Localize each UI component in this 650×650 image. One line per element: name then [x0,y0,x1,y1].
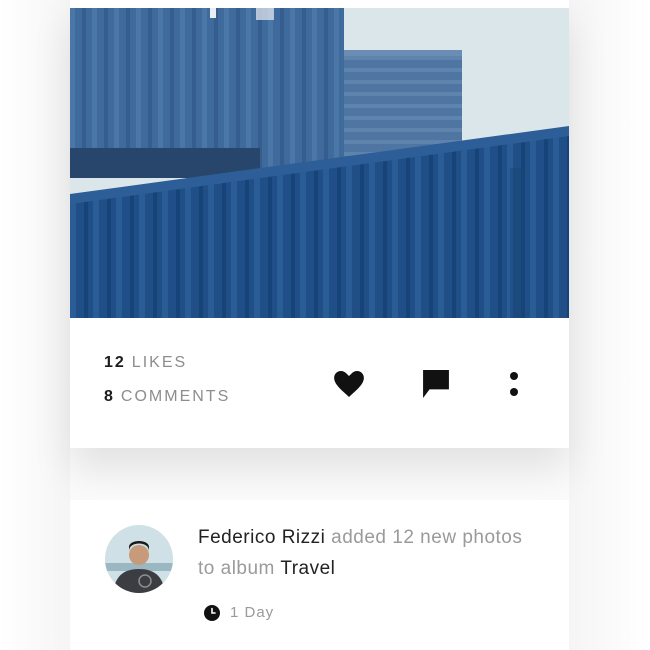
avatar[interactable] [105,525,173,593]
comments-count: 8 [104,388,115,405]
likes-label: LIKES [131,354,188,371]
comments-label: COMMENTS [120,388,231,405]
activity-album-link[interactable]: Travel [280,558,335,579]
activity-time-label: 1 Day [230,604,275,621]
activity-message: Federico Rizzi added 12 new photos to al… [198,522,538,584]
post-card: 12 LIKES 8 COMMENTS [70,0,569,448]
heart-icon [334,371,364,397]
likes-stat[interactable]: 12 LIKES [104,352,230,374]
clock-icon [204,604,220,621]
comment-button[interactable] [420,368,452,400]
post-photo[interactable] [70,8,569,318]
activity-timestamp: 1 Day [204,604,274,621]
post-stats: 12 LIKES 8 COMMENTS [104,352,230,420]
like-button[interactable] [333,368,365,400]
activity-user-link[interactable]: Federico Rizzi [198,527,325,548]
page-background-left [0,0,70,650]
comments-stat[interactable]: 8 COMMENTS [104,386,230,408]
more-vertical-icon [510,372,518,396]
page-background-right [569,0,650,650]
activity-card: Federico Rizzi added 12 new photos to al… [70,500,569,650]
more-options-button[interactable] [498,368,530,400]
likes-count: 12 [104,354,126,371]
comment-icon [423,370,449,398]
